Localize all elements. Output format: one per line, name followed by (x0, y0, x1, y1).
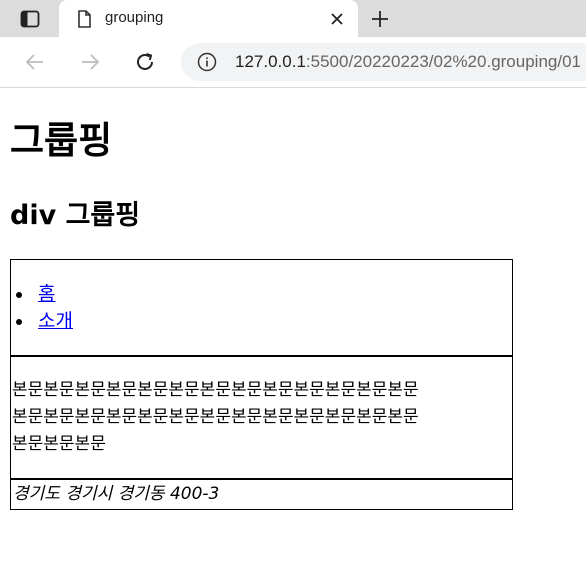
url-host: 127.0.0.1 (235, 52, 306, 71)
nav-box: 홈 소개 (10, 259, 513, 356)
back-icon[interactable] (22, 49, 48, 75)
nav-link-home[interactable]: 홈 (38, 283, 55, 305)
new-tab-icon[interactable] (368, 7, 392, 31)
browser-chrome: grouping 127.0.0.1:5500/20220223/02%20.g… (0, 0, 586, 88)
address-text: 경기도 경기시 경기동 400-3 (13, 484, 220, 504)
toolbar: 127.0.0.1:5500/20220223/02%20.grouping/0… (0, 37, 586, 88)
forward-icon[interactable] (77, 49, 103, 75)
reload-icon[interactable] (132, 49, 158, 75)
section-heading: div 그룹핑 (10, 200, 141, 231)
footer-box: 경기도 경기시 경기동 400-3 (10, 478, 513, 510)
section-box: 본문본문본문본문본문본문본문본문본문본문본문본문본문본문본문본문본문본문본문본문… (10, 355, 513, 480)
tab-actions-icon[interactable] (15, 8, 45, 30)
tab-grouping[interactable]: grouping (59, 0, 358, 37)
page-heading: 그룹핑 (10, 119, 113, 162)
nav-list: 홈 소개 (16, 281, 73, 335)
tab-strip: grouping (0, 0, 586, 37)
section-text: 본문본문본문본문본문본문본문본문본문본문본문본문본문본문본문본문본문본문본문본문… (12, 380, 419, 454)
info-icon[interactable] (197, 52, 217, 72)
url-text: 127.0.0.1:5500/20220223/02%20.grouping/0… (235, 52, 581, 72)
close-tab-icon[interactable] (327, 9, 347, 29)
tab-title: grouping (105, 9, 164, 26)
list-item: 홈 (16, 281, 73, 308)
list-item: 소개 (16, 308, 73, 335)
document-icon (74, 9, 94, 29)
address-bar[interactable]: 127.0.0.1:5500/20220223/02%20.grouping/0… (181, 43, 586, 81)
nav-link-about[interactable]: 소개 (38, 310, 73, 332)
url-path: :5500/20220223/02%20.grouping/01 (305, 52, 581, 71)
